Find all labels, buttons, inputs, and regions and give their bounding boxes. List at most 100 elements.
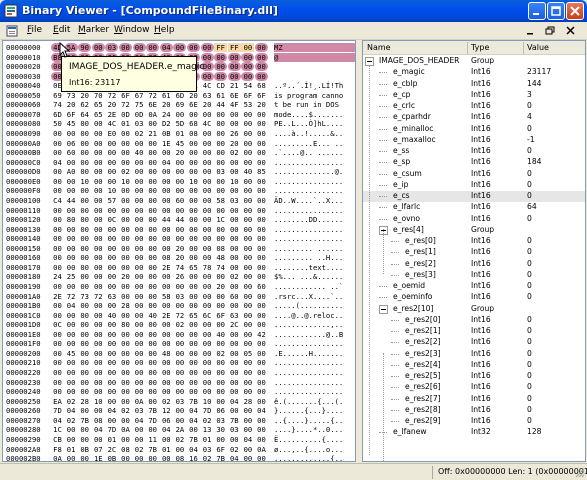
hex-byte[interactable]: 00 [146, 272, 159, 281]
hex-byte[interactable]: 00 [201, 358, 214, 367]
hex-byte[interactable]: 00 [146, 225, 159, 234]
hex-byte[interactable]: 00 [201, 234, 214, 243]
hex-byte[interactable]: 00 [133, 311, 146, 320]
hex-byte[interactable]: 25 [65, 272, 78, 281]
hex-byte[interactable]: 44 [65, 196, 78, 205]
hex-byte[interactable]: 00 [51, 263, 64, 272]
hex-byte[interactable]: 00 [241, 339, 254, 348]
hex-byte[interactable]: FF [214, 43, 228, 52]
hex-byte[interactable]: 63 [201, 91, 214, 100]
menu-window[interactable]: Window [114, 25, 150, 35]
hex-byte[interactable]: 6E [187, 100, 200, 109]
hex-byte[interactable]: 00 [214, 129, 227, 138]
hex-byte[interactable]: 02 [133, 129, 146, 138]
hex-ascii[interactable]: ø...,..{....o... [274, 445, 355, 454]
hex-byte[interactable]: 04 [51, 158, 64, 167]
hex-ascii[interactable]: ..º..´.Í!¸.LÍ!Th [274, 81, 355, 90]
hex-byte[interactable]: 00 [241, 406, 254, 415]
hex-byte[interactable]: 00 [78, 167, 91, 176]
hex-byte[interactable]: 00 [119, 282, 132, 291]
hex-byte[interactable]: 00 [78, 378, 91, 387]
hex-byte[interactable]: 00 [133, 139, 146, 148]
hex-byte[interactable]: 00 [173, 206, 186, 215]
hex-byte[interactable]: 20 [173, 253, 186, 262]
hex-byte[interactable]: 80 [119, 320, 132, 329]
hex-byte[interactable]: 0D [119, 110, 132, 119]
hex-byte[interactable]: 03 [133, 406, 146, 415]
hex-ascii[interactable]: ê.(.......{...(. [274, 397, 355, 406]
hex-byte[interactable]: 00 [187, 139, 200, 148]
hex-byte[interactable]: 85 [255, 167, 268, 176]
hex-byte[interactable]: 05 [241, 349, 254, 358]
hex-byte[interactable]: 00 [65, 177, 78, 186]
hex-byte[interactable]: 00 [187, 358, 200, 367]
hex-byte[interactable]: 00 [133, 320, 146, 329]
hex-byte[interactable]: 40 [105, 311, 118, 320]
hex-byte[interactable]: 02 [173, 435, 186, 444]
hex-byte[interactable]: 04 [92, 425, 105, 434]
hex-byte[interactable]: 6E [228, 91, 241, 100]
hex-byte[interactable]: 00 [228, 158, 241, 167]
hex-byte[interactable]: 00 [78, 215, 91, 224]
hex-byte[interactable]: 00 [200, 43, 214, 52]
hex-byte[interactable]: 00 [200, 71, 214, 81]
hex-byte[interactable]: 16 [187, 454, 200, 461]
hex-byte[interactable]: 7D [51, 406, 64, 415]
hex-byte[interactable]: 00 [119, 139, 132, 148]
hex-byte[interactable]: 20 [65, 100, 78, 109]
hex-byte[interactable]: 00 [255, 215, 268, 224]
hex-byte[interactable]: 02 [119, 406, 132, 415]
hex-byte[interactable]: 03 [133, 119, 146, 128]
hex-byte[interactable]: 01 [201, 435, 214, 444]
hex-byte[interactable]: 2E [51, 292, 64, 301]
hex-byte[interactable]: 00 [187, 368, 200, 377]
hex-byte[interactable]: 00 [65, 387, 78, 396]
hex-byte[interactable]: 00 [160, 378, 173, 387]
hex-byte[interactable]: 00 [92, 311, 105, 320]
hex-byte[interactable]: 03 [214, 416, 227, 425]
hex-byte[interactable]: 00 [51, 139, 64, 148]
hex-byte[interactable]: 0B [78, 445, 91, 454]
hex-byte[interactable]: 70 [92, 91, 105, 100]
hex-byte[interactable]: 40 [146, 311, 159, 320]
hex-byte[interactable]: 00 [65, 244, 78, 253]
hex-byte[interactable]: 24 [160, 110, 173, 119]
hex-ascii[interactable]: is program canno [274, 91, 355, 100]
hex-byte[interactable]: 21 [228, 81, 241, 90]
hex-byte[interactable]: 20 [255, 100, 268, 109]
hex-ascii[interactable]: ........DD...... [274, 215, 355, 224]
hex-byte[interactable]: 60 [173, 196, 186, 205]
hex-byte[interactable]: 00 [105, 272, 118, 281]
hex-byte[interactable]: 02 [119, 167, 132, 176]
hex-byte[interactable]: 00 [255, 358, 268, 367]
hex-byte[interactable]: 53 [241, 100, 254, 109]
hex-byte[interactable]: 00 [105, 148, 118, 157]
hex-byte[interactable]: 72 [146, 91, 159, 100]
hex-byte[interactable]: 00 [105, 387, 118, 396]
hex-byte[interactable]: 26 [173, 272, 186, 281]
hex-byte[interactable]: 00 [119, 186, 132, 195]
hex-byte[interactable]: 00 [119, 454, 132, 461]
hex-byte[interactable]: 03 [201, 445, 214, 454]
hex-byte[interactable]: 00 [146, 454, 159, 461]
hex-byte[interactable]: 40 [214, 330, 227, 339]
hex-ascii[interactable]: t be run in DOS [274, 100, 355, 109]
tree-row[interactable]: e_res2[7] Int16 0 [363, 394, 585, 405]
hex-byte[interactable]: 00 [255, 158, 268, 167]
hex-byte[interactable]: 6F [119, 91, 132, 100]
hex-byte[interactable]: 74 [173, 263, 186, 272]
hex-byte[interactable]: 06 [65, 139, 78, 148]
hex-byte[interactable]: 00 [255, 43, 268, 52]
hex-byte[interactable]: 00 [51, 282, 64, 291]
hex-byte[interactable]: 00 [65, 454, 78, 461]
hex-byte[interactable]: 00 [255, 225, 268, 234]
hex-ascii[interactable]: ................ [274, 368, 355, 377]
hex-byte[interactable]: 08 [119, 445, 132, 454]
hex-byte[interactable]: C4 [51, 196, 64, 205]
hex-byte[interactable]: 00 [78, 263, 91, 272]
hex-byte[interactable]: 02 [160, 397, 173, 406]
hex-byte[interactable]: A0 [65, 167, 78, 176]
hex-byte[interactable]: 00 [92, 119, 105, 128]
hex-byte[interactable]: 00 [133, 301, 146, 310]
hex-byte[interactable]: 00 [105, 358, 118, 367]
